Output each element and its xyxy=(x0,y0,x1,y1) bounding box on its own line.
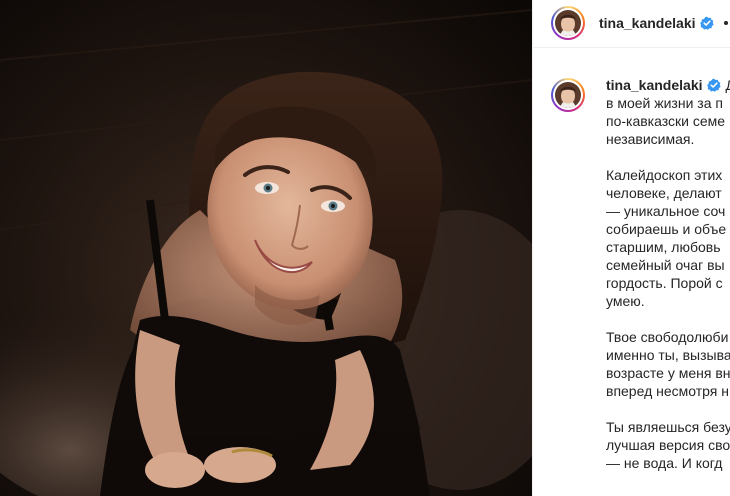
verified-badge-icon xyxy=(699,16,714,33)
caption-line: по-кавказски семе xyxy=(606,113,726,129)
caption-avatar[interactable] xyxy=(551,78,585,112)
post-header: tina_kandelaki xyxy=(533,0,730,48)
caption-line: независимая. xyxy=(606,131,695,147)
avatar[interactable] xyxy=(551,6,585,40)
caption-text: в моей жизни за п по-кавказски семе неза… xyxy=(606,94,730,472)
post-sidebar: tina_kandelaki tina_kandelaki в моей жиз… xyxy=(532,0,730,496)
caption-line: именно ты, вызыва xyxy=(606,347,730,363)
caption-line: семейный очаг вы xyxy=(606,257,725,273)
caption-line: Твое свободолюби xyxy=(606,329,729,345)
caption-line: гордость. Порой с xyxy=(606,275,723,291)
post-username[interactable]: tina_kandelaki xyxy=(599,15,714,33)
caption-first-word: Д xyxy=(726,77,730,93)
caption-line: возрасте у меня вн xyxy=(606,365,730,381)
caption-line: старшим, любовь xyxy=(606,239,721,255)
caption-line: умею. xyxy=(606,293,645,309)
caption-line: — не вода. И когд xyxy=(606,455,723,471)
more-options-icon[interactable] xyxy=(724,21,728,25)
caption-line: Ты являешься безу xyxy=(606,419,730,435)
caption-line: Калейдоскоп этих xyxy=(606,167,723,183)
caption-line: лучшая версия сво xyxy=(606,437,730,453)
caption-line: собираешь и объе xyxy=(606,221,727,237)
caption-line: человеке, делают xyxy=(606,185,722,201)
post-photo[interactable] xyxy=(0,0,532,496)
username-text[interactable]: tina_kandelaki xyxy=(599,15,696,31)
caption-username[interactable]: tina_kandelaki xyxy=(606,77,703,93)
caption-line: вперед несмотря н xyxy=(606,383,729,399)
verified-badge-icon xyxy=(706,78,721,95)
caption-first-line: tina_kandelaki Д xyxy=(606,77,730,95)
caption-line: — уникальное соч xyxy=(606,203,726,219)
caption-line: в моей жизни за п xyxy=(606,95,723,111)
